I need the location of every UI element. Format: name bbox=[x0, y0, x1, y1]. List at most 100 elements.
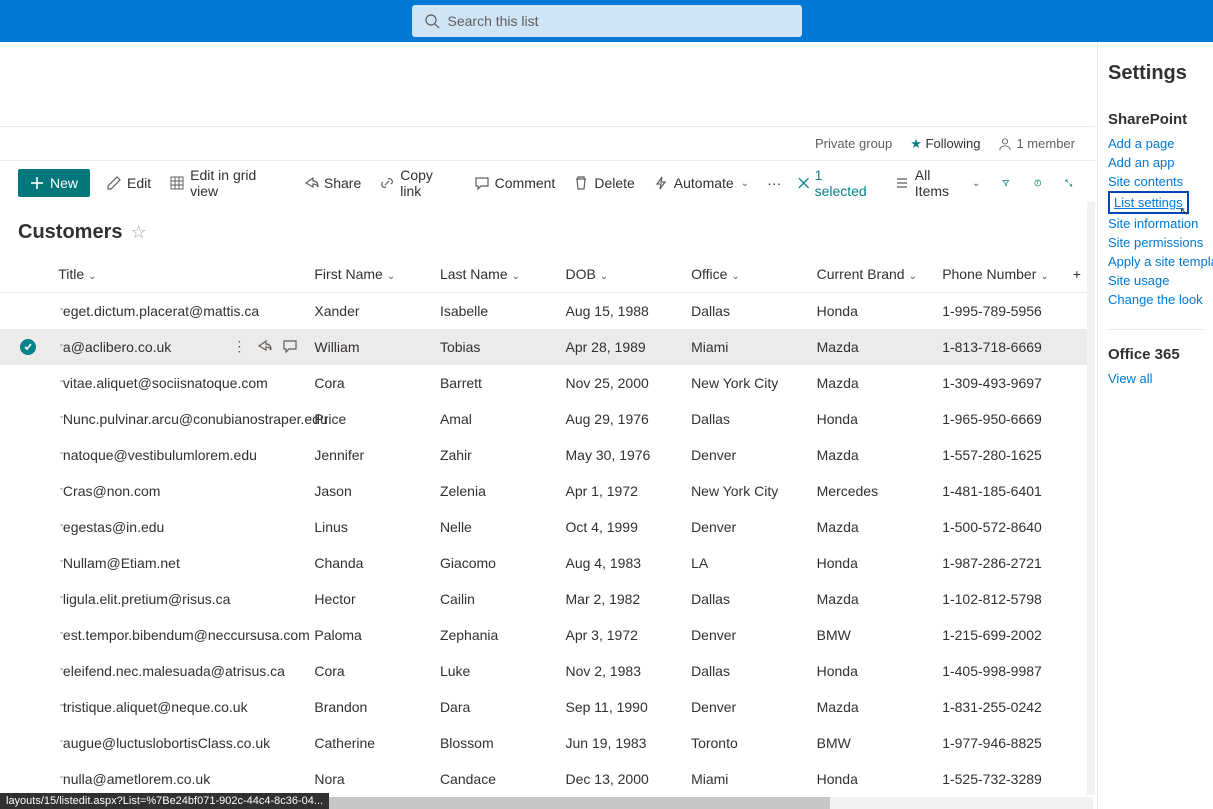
cell-office: Miami bbox=[683, 329, 809, 365]
link-add-app[interactable]: Add an app bbox=[1108, 153, 1205, 172]
cell-title[interactable]: ⌄Nunc.pulvinar.arcu@conubianostraper.edu bbox=[50, 401, 306, 437]
cell-office: Miami bbox=[683, 761, 809, 797]
table-row[interactable]: ⌄Nullam@Etiam.netChandaGiacomoAug 4, 198… bbox=[0, 545, 1095, 581]
cell-brand: Mazda bbox=[809, 365, 935, 401]
col-office[interactable]: Office⌄ bbox=[683, 256, 809, 293]
col-brand[interactable]: Current Brand⌄ bbox=[809, 256, 935, 293]
cell-title[interactable]: ⌄nulla@ametlorem.co.uk bbox=[50, 761, 306, 797]
person-icon bbox=[998, 137, 1012, 151]
search-placeholder: Search this list bbox=[448, 13, 539, 29]
automate-button[interactable]: Automate⌄ bbox=[651, 171, 751, 195]
link-change-look[interactable]: Change the look bbox=[1108, 290, 1205, 309]
search-box[interactable]: Search this list bbox=[412, 5, 802, 37]
cell-office: New York City bbox=[683, 473, 809, 509]
link-view-all[interactable]: View all bbox=[1108, 369, 1205, 388]
select-all-header[interactable] bbox=[0, 256, 50, 293]
row-share-icon[interactable] bbox=[256, 338, 272, 354]
cell-dob: May 30, 1976 bbox=[558, 437, 684, 473]
cell-title[interactable]: ⌄Cras@non.com bbox=[50, 473, 306, 509]
link-site-info[interactable]: Site information bbox=[1108, 214, 1205, 233]
cell-brand: BMW bbox=[809, 725, 935, 761]
col-title[interactable]: Title⌄ bbox=[50, 256, 306, 293]
cell-phone: 1-405-998-9987 bbox=[934, 653, 1065, 689]
col-dob[interactable]: DOB⌄ bbox=[558, 256, 684, 293]
clear-selection[interactable]: 1 selected bbox=[797, 167, 876, 199]
cell-brand: Mazda bbox=[809, 437, 935, 473]
table-row[interactable]: ⌄Nunc.pulvinar.arcu@conubianostraper.edu… bbox=[0, 401, 1095, 437]
table-row[interactable]: ⌄a@aclibero.co.uk⋮WilliamTobiasApr 28, 1… bbox=[0, 329, 1095, 365]
delete-button[interactable]: Delete bbox=[571, 171, 636, 195]
col-firstname[interactable]: First Name⌄ bbox=[306, 256, 432, 293]
checkmark-icon[interactable] bbox=[20, 339, 36, 355]
cell-title[interactable]: ⌄a@aclibero.co.uk⋮ bbox=[50, 329, 306, 365]
cell-title[interactable]: ⌄eleifend.nec.malesuada@atrisus.ca bbox=[50, 653, 306, 689]
cell-fn: Jennifer bbox=[306, 437, 432, 473]
new-button[interactable]: New bbox=[18, 169, 90, 197]
cell-brand: Honda bbox=[809, 653, 935, 689]
link-add-page[interactable]: Add a page bbox=[1108, 134, 1205, 153]
comment-button[interactable]: Comment bbox=[472, 171, 558, 195]
cell-title[interactable]: ⌄tristique.aliquet@neque.co.uk bbox=[50, 689, 306, 725]
cell-phone: 1-813-718-6669 bbox=[934, 329, 1065, 365]
col-phone[interactable]: Phone Number⌄ bbox=[934, 256, 1065, 293]
table-row[interactable]: ⌄eleifend.nec.malesuada@atrisus.caCoraLu… bbox=[0, 653, 1095, 689]
table-row[interactable]: ⌄eget.dictum.placerat@mattis.caXanderIsa… bbox=[0, 293, 1095, 329]
table-row[interactable]: ⌄natoque@vestibulumlorem.eduJenniferZahi… bbox=[0, 437, 1095, 473]
link-list-settings[interactable]: List settings bbox=[1114, 193, 1183, 212]
table-row[interactable]: ⌄augue@luctuslobortisClass.co.ukCatherin… bbox=[0, 725, 1095, 761]
cell-title[interactable]: ⌄eget.dictum.placerat@mattis.ca bbox=[50, 293, 306, 329]
cell-fn: William bbox=[306, 329, 432, 365]
favorite-star-icon[interactable]: ☆ bbox=[130, 222, 146, 243]
members-link[interactable]: 1 member bbox=[998, 136, 1075, 151]
copy-link-button[interactable]: Copy link bbox=[377, 163, 457, 203]
table-row[interactable]: ⌄est.tempor.bibendum@neccursusa.comPalom… bbox=[0, 617, 1095, 653]
cell-dob: Aug 29, 1976 bbox=[558, 401, 684, 437]
list-table: Title⌄ First Name⌄ Last Name⌄ DOB⌄ Offic… bbox=[0, 256, 1095, 797]
cell-title[interactable]: ⌄est.tempor.bibendum@neccursusa.com bbox=[50, 617, 306, 653]
table-row[interactable]: ⌄Cras@non.comJasonZeleniaApr 1, 1972New … bbox=[0, 473, 1095, 509]
link-site-contents[interactable]: Site contents bbox=[1108, 172, 1205, 191]
link-site-permissions[interactable]: Site permissions bbox=[1108, 233, 1205, 252]
info-icon[interactable] bbox=[1030, 175, 1046, 191]
edit-button[interactable]: Edit bbox=[104, 171, 153, 195]
following-toggle[interactable]: ★ Following bbox=[910, 136, 980, 152]
filter-icon[interactable] bbox=[998, 175, 1014, 191]
sharepoint-heading: SharePoint bbox=[1108, 111, 1205, 128]
cell-office: New York City bbox=[683, 365, 809, 401]
cell-title[interactable]: ⌄natoque@vestibulumlorem.edu bbox=[50, 437, 306, 473]
cell-phone: 1-500-572-8640 bbox=[934, 509, 1065, 545]
cell-phone: 1-987-286-2721 bbox=[934, 545, 1065, 581]
more-button[interactable]: ··· bbox=[765, 171, 783, 195]
share-button[interactable]: Share bbox=[301, 171, 363, 195]
table-row[interactable]: ⌄nulla@ametlorem.co.ukNoraCandaceDec 13,… bbox=[0, 761, 1095, 797]
cell-office: Dallas bbox=[683, 581, 809, 617]
row-comment-icon[interactable] bbox=[282, 338, 298, 354]
table-row[interactable]: ⌄ligula.elit.pretium@risus.caHectorCaili… bbox=[0, 581, 1095, 617]
expand-icon[interactable] bbox=[1061, 175, 1077, 191]
cell-title[interactable]: ⌄augue@luctuslobortisClass.co.uk bbox=[50, 725, 306, 761]
cell-brand: Honda bbox=[809, 401, 935, 437]
vertical-scrollbar[interactable] bbox=[1087, 202, 1095, 795]
view-switcher[interactable]: All Items⌄ bbox=[892, 163, 983, 203]
col-lastname[interactable]: Last Name⌄ bbox=[432, 256, 558, 293]
row-more-icon[interactable]: ⋮ bbox=[232, 338, 246, 355]
cell-title[interactable]: ⌄Nullam@Etiam.net bbox=[50, 545, 306, 581]
cell-title[interactable]: ⌄ligula.elit.pretium@risus.ca bbox=[50, 581, 306, 617]
link-apply-template[interactable]: Apply a site template bbox=[1108, 252, 1205, 271]
search-icon bbox=[424, 13, 440, 29]
edit-grid-button[interactable]: Edit in grid view bbox=[167, 163, 287, 203]
x-icon bbox=[797, 176, 810, 190]
chevron-down-icon: ⌄ bbox=[387, 271, 395, 282]
cell-brand: Mazda bbox=[809, 509, 935, 545]
table-row[interactable]: ⌄vitae.aliquet@sociisnatoque.comCoraBarr… bbox=[0, 365, 1095, 401]
link-list-settings-highlighted[interactable]: List settings ↖ bbox=[1108, 191, 1189, 214]
cell-phone: 1-995-789-5956 bbox=[934, 293, 1065, 329]
table-row[interactable]: ⌄tristique.aliquet@neque.co.ukBrandonDar… bbox=[0, 689, 1095, 725]
table-row[interactable]: ⌄egestas@in.eduLinusNelleOct 4, 1999Denv… bbox=[0, 509, 1095, 545]
link-site-usage[interactable]: Site usage bbox=[1108, 271, 1205, 290]
cell-fn: Chanda bbox=[306, 545, 432, 581]
cell-brand: Mercedes bbox=[809, 473, 935, 509]
cell-phone: 1-965-950-6669 bbox=[934, 401, 1065, 437]
cell-title[interactable]: ⌄vitae.aliquet@sociisnatoque.com bbox=[50, 365, 306, 401]
cell-title[interactable]: ⌄egestas@in.edu bbox=[50, 509, 306, 545]
